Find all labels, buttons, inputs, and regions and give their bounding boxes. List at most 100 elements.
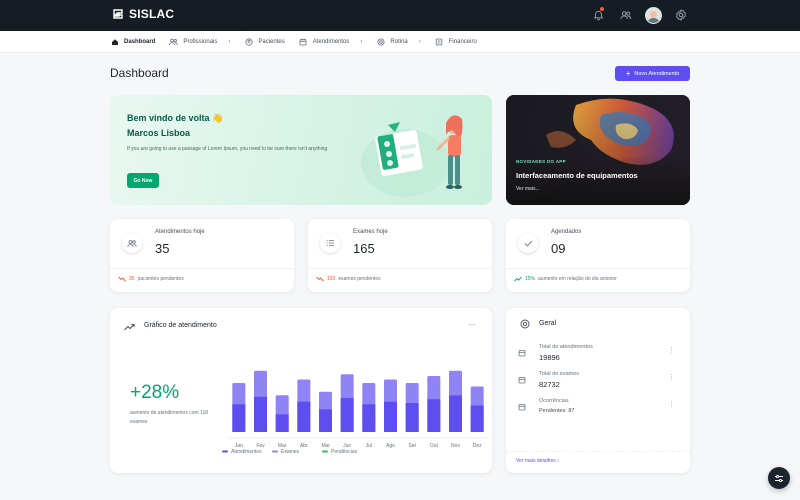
stat-trend-text: exames pendentes: [338, 276, 381, 282]
brand-name: SISLAC: [129, 7, 175, 21]
logo-icon: [113, 9, 123, 19]
legend-item-atendimentos[interactable]: Atendimentos: [222, 449, 262, 455]
nav-label-pacientes: Pacientes: [258, 39, 285, 45]
calendar-icon: [517, 402, 527, 412]
page-title: Dashboard: [110, 66, 169, 80]
see-more-details-link[interactable]: Ver mais detalhes ›: [516, 458, 559, 464]
new-appointment-label: Novo Atendimento: [634, 70, 680, 77]
settings-gear-icon[interactable]: [672, 6, 690, 24]
stat-label: Exames hoje: [353, 229, 388, 235]
welcome-illustration: [361, 115, 463, 197]
nav-label-atendimentos: Atendimentos: [312, 39, 350, 45]
target-icon: [376, 38, 385, 47]
bar-atendimentos-mar[interactable]: [275, 414, 289, 432]
top-actions: [589, 6, 690, 24]
welcome-description: If you are going to use a passage of Lor…: [127, 146, 328, 152]
nav-item-atendimentos[interactable]: Atendimentos ›: [299, 31, 362, 53]
stat-label: Atendimentos hoje: [155, 229, 205, 235]
x-tick-label: Dez: [473, 443, 482, 449]
legend-item-exames[interactable]: Exames: [272, 449, 300, 455]
legend-swatch: [222, 450, 228, 453]
more-vertical-icon[interactable]: ⋮: [668, 374, 675, 381]
settings-fab-button[interactable]: [768, 467, 790, 489]
divider: [506, 268, 690, 269]
bar-atendimentos-abr[interactable]: [297, 401, 311, 432]
bar-atendimentos-ago[interactable]: [384, 401, 397, 432]
x-tick-label: Jul: [366, 443, 372, 449]
go-now-button[interactable]: Go Now: [127, 173, 159, 188]
chart-title: Gráfico de atendimento: [144, 322, 217, 329]
divider: [506, 451, 690, 452]
overview-row-value: 82732: [539, 380, 560, 389]
welcome-user-name: Marcos Lisboa: [127, 128, 191, 138]
brand[interactable]: SISLAC: [111, 7, 174, 21]
sliders-icon: [775, 474, 783, 482]
more-vertical-icon[interactable]: ⋮: [668, 347, 675, 354]
more-options-icon[interactable]: ···: [468, 320, 476, 329]
bar-atendimentos-out[interactable]: [427, 399, 441, 432]
x-tick-label: Abr: [300, 443, 308, 449]
calendar-icon: [517, 375, 527, 385]
calendar-icon: [299, 38, 308, 47]
bar-atendimentos-jan[interactable]: [232, 404, 246, 432]
stat-trend-text: pacientes pendentes: [137, 276, 184, 282]
patient-icon: [244, 38, 253, 47]
target-icon: [518, 317, 532, 331]
see-more-details-label: Ver mais detalhes: [516, 458, 556, 464]
chart-growth-subtitle: aumento de atendimentos com 118 exames: [130, 410, 209, 425]
legend-swatch: [272, 450, 278, 453]
new-appointment-button[interactable]: + Novo Atendimento: [615, 66, 690, 81]
bar-atendimentos-mai[interactable]: [319, 409, 332, 432]
nav-item-pacientes[interactable]: Pacientes: [244, 31, 285, 53]
bar-atendimentos-jul[interactable]: [362, 404, 376, 432]
notification-dot: [600, 7, 604, 11]
nav-label-profissionais: Profissionais: [183, 39, 218, 45]
users-icon: [122, 233, 142, 253]
welcome-greeting: Bem vindo de volta 👋: [127, 113, 224, 123]
legend-label: Pendências: [331, 449, 358, 455]
bar-atendimentos-nov[interactable]: [449, 395, 462, 432]
overview-row-label: Ocorrências: [539, 398, 569, 404]
chevron-right-icon: ›: [418, 39, 421, 45]
nav-item-dashboard[interactable]: Dashboard: [110, 31, 155, 53]
x-tick-label: Mai: [321, 443, 329, 449]
contacts-icon[interactable]: [617, 6, 635, 24]
overview-row-value: 19896: [539, 353, 560, 362]
notifications-icon[interactable]: [589, 6, 607, 24]
legend-item-pendências[interactable]: Pendências: [322, 449, 358, 455]
legend-label: Exames: [281, 449, 300, 455]
trend-down-icon: [118, 276, 126, 282]
stat-value: 35: [155, 241, 170, 256]
wallet-icon: [435, 38, 444, 47]
bar-atendimentos-set[interactable]: [405, 403, 419, 432]
bar-atendimentos-fev[interactable]: [254, 396, 267, 432]
list-icon: [320, 233, 340, 253]
nav-item-financeiro[interactable]: Financeiro: [435, 31, 477, 53]
stat-card-appointments: Atendimentos hoje 35 25 pacientes penden…: [110, 219, 294, 292]
stat-card-exams: Exames hoje 165 120 exames pendentes: [308, 219, 492, 292]
nav-item-rotina[interactable]: Rotina ›: [376, 31, 421, 53]
bar-atendimentos-dez[interactable]: [470, 405, 484, 432]
calendar-icon: [517, 348, 527, 358]
check-icon: [518, 233, 538, 253]
user-avatar[interactable]: [645, 6, 662, 24]
promo-title: Interfaceamento de equipamentos: [516, 171, 638, 180]
stat-trend: 15% aumento em relação do dia anterior: [514, 276, 617, 282]
nav-item-profissionais[interactable]: Profissionais ›: [169, 31, 230, 53]
promo-see-more-link[interactable]: Ver mais...: [516, 186, 540, 192]
bar-atendimentos-jun[interactable]: [340, 397, 354, 432]
chevron-right-icon: ›: [228, 39, 231, 45]
x-tick-label: Nov: [451, 443, 460, 449]
chart-growth-value: +28%: [130, 382, 180, 403]
home-icon: [110, 38, 119, 47]
legend-label: Atendimentos: [231, 449, 262, 455]
welcome-card: Bem vindo de volta 👋 Marcos Lisboa If yo…: [110, 95, 492, 205]
chevron-right-icon: ›: [557, 458, 559, 464]
stat-trend-value: 15%: [525, 276, 536, 282]
legend-swatch: [322, 450, 328, 453]
x-tick-label: Out: [430, 443, 439, 449]
x-tick-label: Ago: [386, 443, 395, 449]
more-vertical-icon[interactable]: ⋮: [668, 401, 675, 408]
nav-label-financeiro: Financeiro: [448, 39, 477, 45]
main-nav: Dashboard Profissionais › Pacientes Aten…: [0, 31, 800, 53]
